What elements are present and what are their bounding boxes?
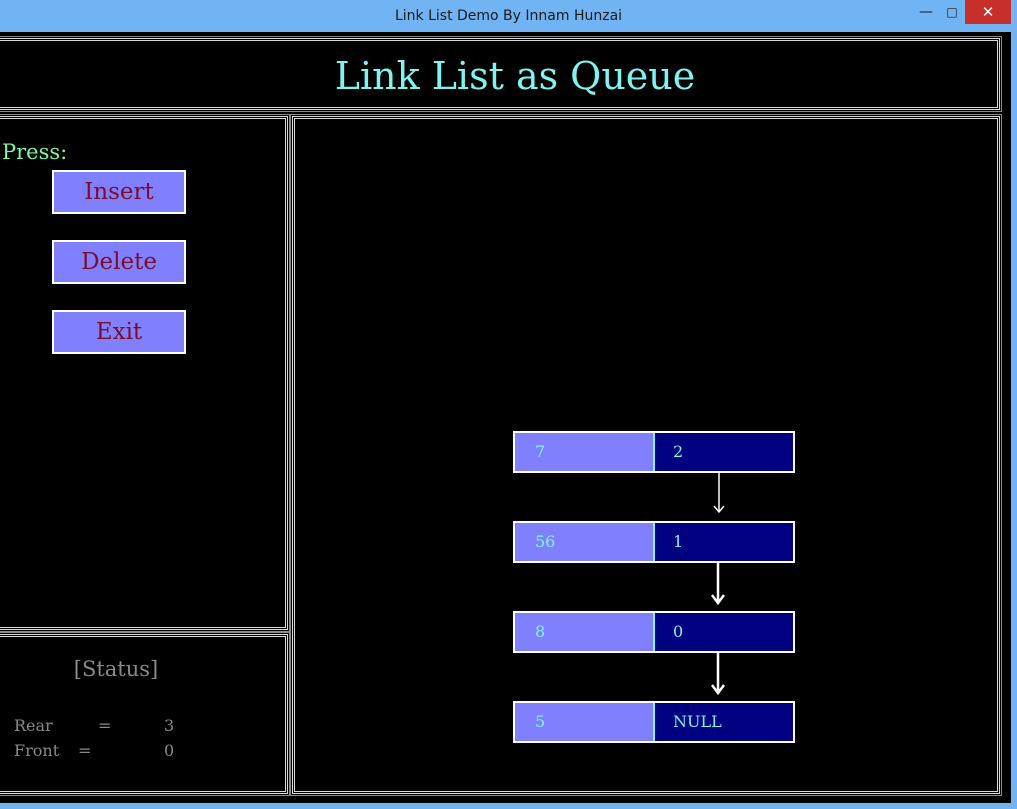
status-title: [Status] <box>73 657 159 681</box>
node-next: 2 <box>655 433 793 471</box>
exit-button[interactable]: Exit <box>52 310 186 354</box>
window-title: Link List Demo By Innam Hunzai <box>394 8 623 24</box>
rear-equals: = <box>98 716 112 735</box>
rear-label: Rear <box>14 716 53 735</box>
queue-node: 7 2 <box>513 431 795 473</box>
node-data: 7 <box>515 433 655 471</box>
front-label: Front <box>14 741 60 760</box>
insert-button[interactable]: Insert <box>52 170 186 214</box>
delete-button[interactable]: Delete <box>52 240 186 284</box>
rear-value: 3 <box>164 716 175 735</box>
arrow-down-icon <box>713 473 725 514</box>
front-value: 0 <box>164 741 175 760</box>
queue-node: 8 0 <box>513 611 795 653</box>
minimize-icon[interactable]: — <box>912 0 940 24</box>
node-data: 5 <box>515 703 655 741</box>
arrow-down-icon <box>711 562 725 606</box>
front-equals: = <box>78 741 92 760</box>
queue-node: 5 NULL <box>513 701 795 743</box>
page-title: Link List as Queue <box>334 54 696 98</box>
queue-node: 56 1 <box>513 521 795 563</box>
node-data: 8 <box>515 613 655 651</box>
close-icon[interactable]: ✕ <box>965 0 1011 24</box>
window-frame-right <box>1011 32 1017 809</box>
window-frame-bottom <box>0 803 1017 809</box>
maximize-icon[interactable]: □ <box>940 0 964 24</box>
arrow-down-icon <box>711 652 725 696</box>
node-data: 56 <box>515 523 655 561</box>
press-prompt: Press: <box>2 140 68 164</box>
link-arrows <box>711 473 725 696</box>
